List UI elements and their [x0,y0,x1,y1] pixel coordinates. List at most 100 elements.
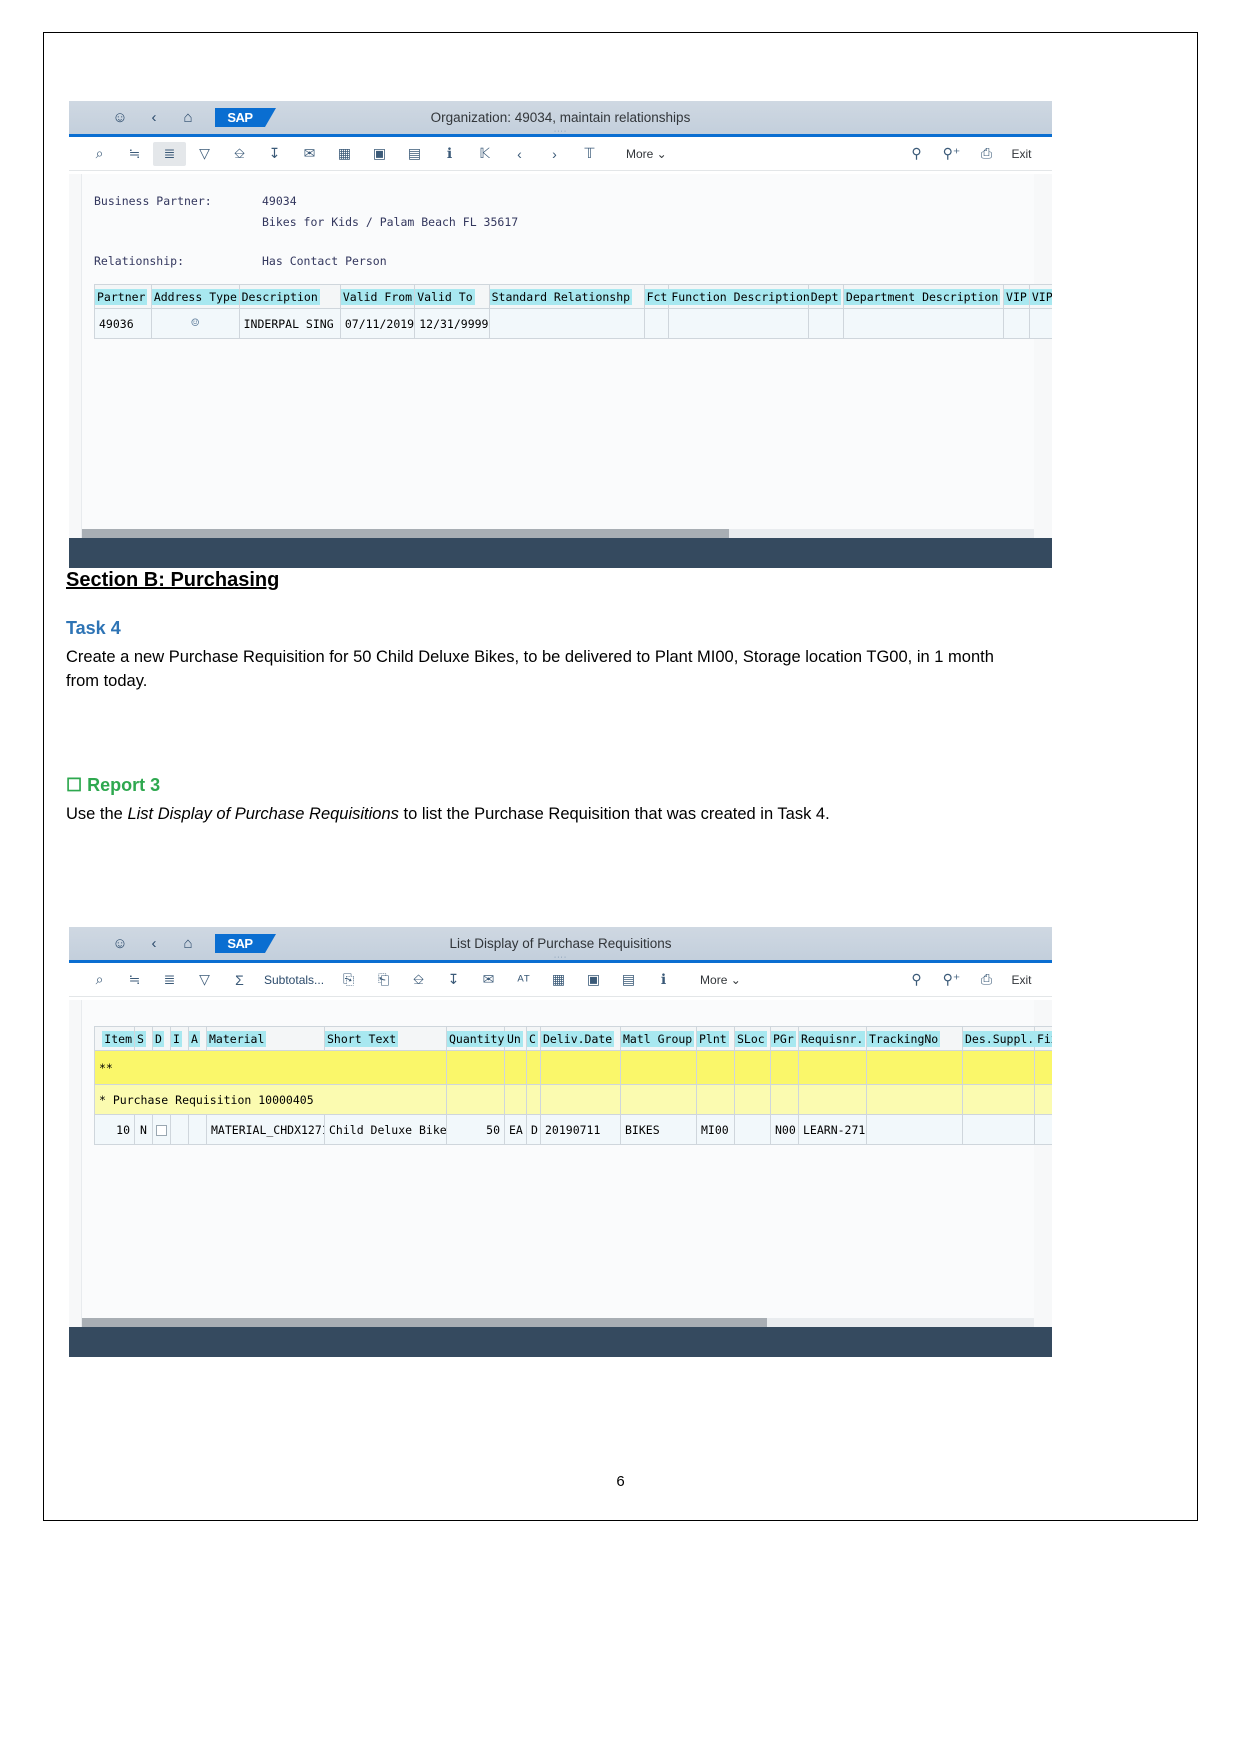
last-page-icon[interactable]: 𝕋 [573,142,606,166]
grand-total-row[interactable]: ** [94,1050,1052,1085]
subtotal-row[interactable]: * Purchase Requisition 10000405 [94,1084,1052,1115]
filter-funnel-icon[interactable]: ▽ [188,968,221,992]
filter-lines-icon[interactable]: ≣ [153,968,186,992]
col-valid-from[interactable]: Valid From [339,284,416,309]
more-menu-button[interactable]: More ⌄ [694,968,747,992]
table-row[interactable]: 10 N MATERIAL_CHDX1271 Child Deluxe Bike… [94,1114,1052,1145]
filter-lines-icon[interactable]: ≣ [153,141,186,166]
col-plnt[interactable]: Plnt [696,1026,735,1051]
col-partner[interactable]: Partner [94,284,152,309]
table-layout-icon[interactable]: ▤ [398,142,431,166]
sum-icon[interactable]: Σ [223,968,256,992]
col-des-suppl[interactable]: Des.Suppl. [962,1026,1037,1051]
cell-pgr[interactable]: N00 [770,1114,799,1145]
cell-dept[interactable] [807,308,844,339]
home-icon[interactable]: ⌂ [171,929,205,959]
col-item[interactable]: Item [94,1026,135,1051]
col-sloc[interactable]: SLoc [734,1026,771,1051]
exit-button[interactable]: Exit [1005,968,1038,992]
col-description[interactable]: Description [238,284,341,309]
col-matl-group[interactable]: Matl Group [620,1026,697,1051]
download-icon[interactable]: ↧ [437,968,470,992]
cell-quantity[interactable]: 50 [446,1114,505,1145]
cell-deliv-date[interactable]: 20190711 [540,1114,621,1145]
cell-standard-relationship[interactable] [488,308,645,339]
back-icon[interactable]: ‹ [137,929,171,959]
col-i[interactable]: I [170,1026,189,1051]
filter-funnel-icon[interactable]: ▽ [188,142,221,166]
col-standard-relationship[interactable]: Standard Relationshp [488,284,645,309]
more-menu-button[interactable]: More ⌄ [620,142,673,166]
print-preview-icon[interactable]: ⎘ [332,968,365,992]
info-icon[interactable]: ℹ [647,968,680,992]
cell-sloc[interactable] [734,1114,771,1145]
subtotals-button[interactable]: Subtotals... [258,968,330,992]
next-page-icon[interactable]: › [538,142,571,166]
download-icon[interactable]: ↧ [258,142,291,166]
col-d[interactable]: D [152,1026,171,1051]
export-excel-icon[interactable]: ⎒ [223,142,256,166]
cell-c[interactable]: D [526,1114,541,1145]
export-excel-icon[interactable]: ⎒ [402,968,435,992]
cell-s[interactable]: N [134,1114,153,1145]
col-s[interactable]: S [134,1026,153,1051]
search-find-icon[interactable]: ⌕ [83,968,116,992]
col-deliv-date[interactable]: Deliv.Date [540,1026,621,1051]
col-trackingno[interactable]: TrackingNo [866,1026,963,1051]
table-layout-icon[interactable]: ▤ [612,968,645,992]
cell-requisnr[interactable]: LEARN-271 [798,1114,867,1145]
exit-button[interactable]: Exit [1005,142,1038,166]
user-icon[interactable]: ☺ [103,103,137,133]
scrollbar-thumb[interactable] [82,1318,768,1327]
col-fixed-vend[interactable]: Fixed vend [1034,1026,1052,1051]
col-a[interactable]: A [188,1026,207,1051]
info-icon[interactable]: ℹ [433,142,466,166]
horizontal-scrollbar[interactable] [82,529,1034,538]
back-icon[interactable]: ‹ [137,103,171,133]
cell-vip-desc[interactable] [1028,308,1052,339]
col-material[interactable]: Material [206,1026,325,1051]
save-layout-icon[interactable]: ⎗ [367,968,400,992]
home-icon[interactable]: ⌂ [171,103,205,133]
abc-sort-icon[interactable]: ᴬᵀ [507,968,540,992]
col-vip-desc[interactable]: VIP Desc [1028,284,1052,309]
cell-material[interactable]: MATERIAL_CHDX1271 [206,1114,325,1145]
cell-item[interactable]: 10 [94,1114,135,1145]
cell-i[interactable] [170,1114,189,1145]
cell-valid-to[interactable]: 12/31/9999 [414,308,490,339]
print-icon[interactable]: ⎙ [970,142,1003,166]
col-pgr[interactable]: PGr [770,1026,799,1051]
cell-valid-from[interactable]: 07/11/2019 [339,308,416,339]
table-settings-icon[interactable]: ▣ [363,142,396,166]
cell-des-suppl[interactable] [962,1114,1035,1145]
cell-address-type[interactable]: ☺ [150,308,240,339]
scrollbar-thumb[interactable] [82,529,730,538]
prev-page-icon[interactable]: ‹ [503,142,536,166]
cell-short-text[interactable]: Child Deluxe Bike [324,1114,447,1145]
search-plus-icon[interactable]: ⚲⁺ [935,142,968,166]
cell-function-description[interactable] [668,308,809,339]
cell-vip[interactable] [1003,308,1030,339]
horizontal-scrollbar[interactable] [82,1318,1034,1327]
table-settings-icon[interactable]: ▣ [577,968,610,992]
sort-ascending-icon[interactable]: ≒ [118,142,151,166]
cell-d[interactable] [152,1114,171,1145]
cell-a[interactable] [188,1114,207,1145]
col-c[interactable]: C [526,1026,541,1051]
cell-un[interactable]: EA [504,1114,527,1145]
col-valid-to[interactable]: Valid To [414,284,490,309]
col-short-text[interactable]: Short Text [324,1026,447,1051]
cell-fct[interactable] [643,308,670,339]
col-un[interactable]: Un [504,1026,527,1051]
print-icon[interactable]: ⎙ [970,968,1003,992]
grid-icon[interactable]: ▦ [542,968,575,992]
search-icon[interactable]: ⚲ [900,968,933,992]
search-plus-icon[interactable]: ⚲⁺ [935,968,968,992]
cell-plnt[interactable]: MI00 [696,1114,735,1145]
col-dept[interactable]: Dept [807,284,844,309]
first-page-icon[interactable]: 𝕂 [468,142,501,166]
checkbox-icon[interactable] [156,1124,167,1136]
col-quantity[interactable]: Quantity [446,1026,507,1051]
cell-partner[interactable]: 49036 [94,308,152,339]
cell-department-description[interactable] [842,308,1005,339]
